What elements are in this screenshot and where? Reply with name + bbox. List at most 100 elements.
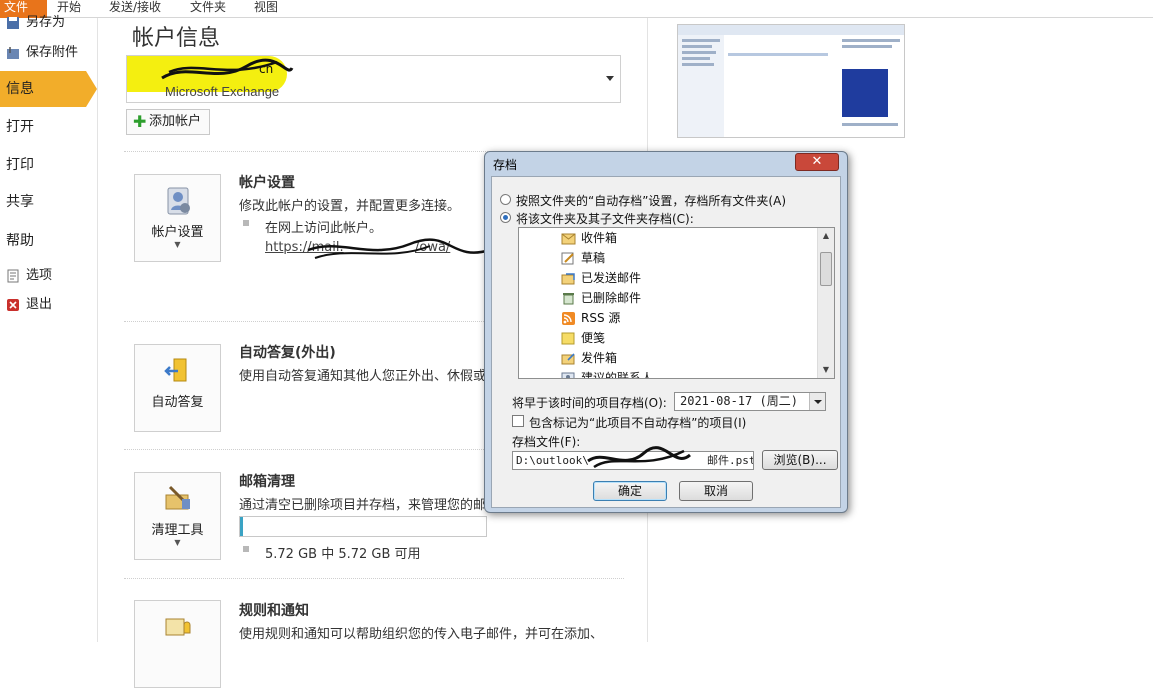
close-button[interactable]: ✕ xyxy=(795,153,839,171)
option-archive-all-label: 按照文件夹的“自动存档”设置，存档所有文件夹(A) xyxy=(516,194,787,208)
folder-item-outbox[interactable]: 发件箱 xyxy=(561,348,617,368)
archive-dialog: 存档 ✕ 按照文件夹的“自动存档”设置，存档所有文件夹(A) 将该文件夹及其子文… xyxy=(484,151,848,513)
nav-help[interactable]: 帮助 xyxy=(0,223,97,259)
mailbox-cleanup-desc: 通过清空已删除项目并存档，来管理您的邮 xyxy=(239,498,487,513)
sent-icon xyxy=(561,273,575,285)
add-account-label: 添加帐户 xyxy=(149,114,202,129)
cleanup-tools-button-label: 清理工具 xyxy=(151,523,204,538)
nav-exit-label: 退出 xyxy=(26,297,53,312)
nav-save-attachments[interactable]: 保存附件 xyxy=(0,40,97,66)
chevron-down-icon: ▼ xyxy=(174,240,181,249)
radio-archive-folder[interactable] xyxy=(500,212,511,223)
nav-share[interactable]: 共享 xyxy=(0,184,97,220)
folder-label: RSS 源 xyxy=(581,311,621,325)
bullet xyxy=(243,220,249,226)
mailbox-quota-fill xyxy=(240,517,243,536)
include-do-not-archive-label: 包含标记为“此项目不自动存档”的项目(I) xyxy=(529,416,747,430)
plus-icon: ✚ xyxy=(133,112,147,131)
include-do-not-archive-checkbox[interactable] xyxy=(512,415,524,427)
archive-date-label: 将早于该时间的项目存档(O): xyxy=(512,396,667,410)
save-attachments-icon xyxy=(7,46,19,59)
folder-label: 便笺 xyxy=(581,331,606,345)
ok-button[interactable]: 确定 xyxy=(593,481,667,501)
rules-desc: 使用规则和通知可以帮助组织您的传入电子邮件，并可在添加、 xyxy=(239,627,604,642)
add-account-button[interactable]: ✚ 添加帐户 xyxy=(126,109,210,135)
folder-item-drafts[interactable]: 草稿 xyxy=(561,248,605,268)
cancel-button[interactable]: 取消 xyxy=(679,481,753,501)
inbox-icon xyxy=(561,233,576,245)
page-title: 帐户信息 xyxy=(132,26,221,51)
nav-options[interactable]: 选项 xyxy=(0,263,97,289)
scroll-down-icon[interactable]: ▼ xyxy=(818,362,834,378)
chevron-down-icon[interactable] xyxy=(809,393,825,410)
auto-reply-icon xyxy=(163,358,186,382)
options-icon xyxy=(7,269,19,282)
scroll-up-icon[interactable]: ▲ xyxy=(818,228,834,244)
cleanup-tools-icon xyxy=(165,485,190,510)
outlook-preview-thumbnail xyxy=(677,24,905,138)
folder-label: 草稿 xyxy=(581,251,606,265)
scrollbar-thumb[interactable] xyxy=(820,252,832,286)
exit-icon xyxy=(7,298,19,311)
dialog-body: 按照文件夹的“自动存档”设置，存档所有文件夹(A) 将该文件夹及其子文件夹存档(… xyxy=(491,176,841,508)
rss-icon xyxy=(562,312,575,325)
tab-view[interactable]: 视图 xyxy=(254,0,278,18)
bullet xyxy=(243,546,249,552)
nav-exit[interactable]: 退出 xyxy=(0,292,97,318)
preview-image xyxy=(678,25,904,137)
radio-archive-all[interactable] xyxy=(500,194,511,205)
archive-date-picker[interactable]: 2021-08-17 (周二) xyxy=(674,392,826,411)
nav-save-attachments-label: 保存附件 xyxy=(26,45,79,60)
dialog-title: 存档 xyxy=(493,158,518,172)
nav-save-as-label: 另存为 xyxy=(26,15,66,30)
nav-info[interactable]: 信息 xyxy=(0,71,97,107)
nav-save-as[interactable]: 另存为 xyxy=(0,10,97,36)
account-type: Microsoft Exchange xyxy=(165,84,280,99)
tab-send-receive[interactable]: 发送/接收 xyxy=(109,0,161,18)
rules-button[interactable] xyxy=(134,600,221,688)
account-settings-title: 帐户设置 xyxy=(239,175,295,191)
folder-tree[interactable]: 收件箱 草稿 已发送邮件 已删除邮件 RSS 源 便笺 发件箱 建议的联系人 ▲… xyxy=(518,227,835,379)
account-settings-button[interactable]: 帐户设置 ▼ xyxy=(134,174,221,262)
mailbox-quota-bar xyxy=(239,516,487,537)
tab-folder[interactable]: 文件夹 xyxy=(190,0,226,18)
divider xyxy=(124,578,624,579)
auto-reply-title: 自动答复(外出) xyxy=(239,345,336,361)
owa-link-tail[interactable]: /owa/ xyxy=(415,240,450,255)
nav-print[interactable]: 打印 xyxy=(0,147,97,183)
contacts-icon xyxy=(561,372,575,378)
owa-link[interactable]: https://mail. xyxy=(265,240,344,255)
chevron-down-icon: ▼ xyxy=(174,538,181,547)
auto-reply-button[interactable]: 自动答复 xyxy=(134,344,221,432)
nav-options-label: 选项 xyxy=(26,268,53,283)
cleanup-tools-button[interactable]: 清理工具 ▼ xyxy=(134,472,221,560)
account-settings-icon xyxy=(167,187,190,215)
outbox-icon xyxy=(561,353,575,365)
quota-text: 5.72 GB 中 5.72 GB 可用 xyxy=(265,547,421,562)
drafts-icon xyxy=(561,252,574,265)
folder-item-sent[interactable]: 已发送邮件 xyxy=(561,268,641,288)
archive-date-value: 2021-08-17 (周二) xyxy=(680,394,798,408)
account-selector[interactable]: cn Microsoft Exchange xyxy=(126,55,621,103)
archive-file-label: 存档文件(F): xyxy=(512,435,581,449)
rules-alerts-icon xyxy=(165,618,190,636)
deleted-icon xyxy=(563,293,574,305)
folder-item-inbox[interactable]: 收件箱 xyxy=(561,228,617,248)
account-settings-desc: 修改此帐户的设置，并配置更多连接。 xyxy=(239,199,461,214)
folder-item-contacts[interactable]: 建议的联系人 xyxy=(561,368,653,378)
rules-title: 规则和通知 xyxy=(239,603,309,619)
nav-open[interactable]: 打开 xyxy=(0,109,97,145)
folder-item-deleted[interactable]: 已删除邮件 xyxy=(561,288,641,308)
auto-reply-desc: 使用自动答复通知其他人您正外出、休假或 xyxy=(239,369,487,384)
folder-item-notes[interactable]: 便笺 xyxy=(561,328,605,348)
folder-label: 发件箱 xyxy=(581,351,618,365)
chevron-down-icon[interactable] xyxy=(606,76,614,81)
browse-button[interactable]: 浏览(B)... xyxy=(762,450,838,470)
folder-tree-scrollbar[interactable]: ▲ ▼ xyxy=(817,228,834,378)
account-email: cn xyxy=(259,62,274,76)
folder-label: 收件箱 xyxy=(581,231,618,245)
auto-reply-button-label: 自动答复 xyxy=(151,395,204,410)
mailbox-cleanup-title: 邮箱清理 xyxy=(239,474,295,490)
folder-item-rss[interactable]: RSS 源 xyxy=(561,308,620,328)
archive-file-path-input[interactable]: D:\outlook\ 邮件.pst xyxy=(512,451,754,470)
